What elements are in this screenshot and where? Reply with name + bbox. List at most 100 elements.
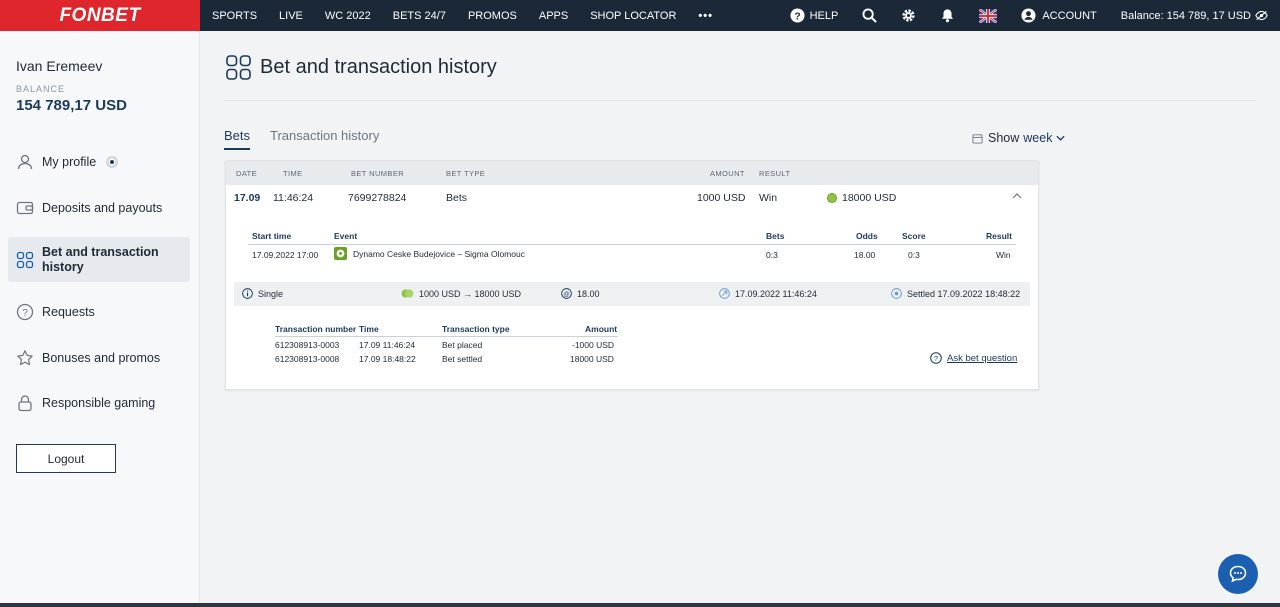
settings-button[interactable] — [901, 8, 916, 23]
sidebar-item-label: Responsible gaming — [42, 396, 156, 410]
ask-bet-question-label: Ask bet question — [947, 352, 1018, 364]
nav-wc2022[interactable]: WC 2022 — [325, 10, 371, 22]
top-balance[interactable]: Balance: 154 789, 17 USD — [1121, 10, 1268, 22]
divider — [248, 244, 1016, 245]
svg-text:?: ? — [794, 11, 800, 22]
search-icon — [862, 8, 878, 23]
period-value: week — [1023, 131, 1053, 145]
tx-number: 612308913-0008 — [275, 354, 340, 364]
tab-transaction-history[interactable]: Transaction history — [270, 128, 379, 143]
nav-shop-locator[interactable]: SHOP LOCATOR — [590, 10, 676, 22]
svg-text:?: ? — [22, 308, 28, 319]
account-icon — [1021, 8, 1036, 23]
detail-score: 0:3 — [908, 250, 920, 260]
detail-col-event: Event — [334, 231, 358, 241]
sidebar-item-bet-history[interactable]: Bet and transaction history — [8, 237, 190, 282]
tx-amount: -1000 USD — [572, 340, 615, 350]
summary-odds: @ 18.00 — [561, 288, 600, 299]
logout-button[interactable]: Logout — [16, 444, 116, 473]
period-select[interactable]: Show week — [972, 131, 1066, 145]
divider — [275, 336, 618, 337]
sidebar-item-label: Deposits and payouts — [42, 201, 163, 215]
col-amount: AMOUNT — [710, 169, 745, 178]
summary-type-text: Single — [258, 288, 284, 299]
gear-icon — [902, 9, 915, 22]
sidebar-item-requests[interactable]: ? Requests — [8, 301, 190, 323]
main-nav: SPORTS LIVE WC 2022 BETS 24/7 PROMOS APP… — [200, 0, 713, 31]
lock-icon — [18, 395, 32, 412]
sidebar-item-label: Bonuses and promos — [42, 351, 161, 365]
football-icon — [334, 247, 347, 260]
placed-icon — [719, 288, 730, 299]
chat-icon — [1229, 565, 1247, 583]
tx-col-time: Time — [359, 324, 379, 334]
fonbet-logo[interactable]: FONBET — [0, 0, 200, 31]
payout-value: 18000 USD — [842, 192, 897, 204]
tx-col-type: Transaction type — [442, 324, 510, 334]
tx-col-number: Transaction number — [275, 324, 357, 334]
verified-badge-icon — [106, 156, 119, 168]
taskbar-strip — [0, 603, 1280, 607]
help-label: HELP — [809, 9, 839, 22]
tx-time: 17.09 11:46:24 — [359, 340, 416, 350]
chat-button[interactable] — [1218, 554, 1258, 594]
account-button[interactable]: ACCOUNT — [1021, 8, 1097, 23]
wallet-icon — [16, 201, 34, 215]
summary-placed: 17.09.2022 11:46:24 — [719, 288, 817, 299]
tx-time: 17.09 18:48:22 — [359, 354, 416, 364]
tx-number: 612308913-0003 — [275, 340, 340, 350]
more-menu-icon[interactable]: ••• — [698, 10, 713, 22]
sidebar-item-bonuses[interactable]: Bonuses and promos — [8, 347, 190, 369]
language-button[interactable] — [979, 8, 998, 23]
coins-icon — [401, 289, 414, 298]
search-button[interactable] — [862, 8, 878, 23]
detail-event[interactable]: Dynamo Ceske Budejovice – Sigma Olomouc — [334, 247, 525, 260]
detail-col-score: Score — [902, 231, 926, 241]
uk-flag-icon — [979, 8, 998, 23]
detail-result: Win — [996, 250, 1011, 260]
ask-bet-question-link[interactable]: ? Ask bet question — [930, 352, 1017, 364]
detail-bets: 0:3 — [766, 250, 778, 260]
sidebar-item-my-profile[interactable]: My profile — [8, 151, 190, 173]
balance-value: 154 789,17 USD — [16, 97, 127, 114]
help-button[interactable]: ? HELP — [790, 8, 839, 23]
summary-settled-text: Settled 17.09.2022 18:48:22 — [907, 288, 1021, 299]
sidebar-item-label: Requests — [42, 305, 95, 319]
balance-label: BALANCE — [16, 84, 66, 94]
page-title: Bet and transaction history — [260, 56, 497, 78]
question-icon: ? — [16, 303, 34, 321]
chevron-up-icon[interactable] — [1012, 192, 1022, 200]
summary-stake-text: 1000 USD → 18000 USD — [419, 288, 522, 299]
bell-icon — [942, 9, 954, 23]
bet-result: Win — [759, 192, 778, 204]
top-balance-text: Balance: 154 789, 17 USD — [1120, 9, 1251, 22]
bet-date: 17.09 — [234, 192, 261, 204]
sidebar: Ivan Eremeev BALANCE 154 789,17 USD My p… — [0, 31, 200, 607]
divider — [224, 100, 1256, 101]
sidebar-item-responsible-gaming[interactable]: Responsible gaming — [8, 392, 190, 414]
detail-col-result: Result — [986, 231, 1012, 241]
tx-amount: 18000 USD — [570, 354, 614, 364]
svg-text:@: @ — [563, 291, 570, 298]
nav-promos[interactable]: PROMOS — [468, 10, 517, 22]
notifications-button[interactable] — [940, 8, 955, 23]
col-bet-number: BET NUMBER — [351, 169, 405, 178]
sidebar-item-label: My profile — [42, 155, 97, 169]
user-icon — [17, 154, 33, 170]
tab-bets[interactable]: Bets — [224, 128, 250, 143]
nav-apps[interactable]: APPS — [539, 10, 568, 22]
eye-off-icon[interactable] — [1255, 10, 1268, 21]
bet-number: 7699278824 — [348, 192, 407, 204]
table-header: DATE TIME BET NUMBER BET TYPE AMOUNT RES… — [226, 161, 1038, 185]
active-tab-indicator — [224, 148, 250, 150]
sidebar-item-deposits[interactable]: Deposits and payouts — [8, 197, 190, 219]
col-result: RESULT — [759, 169, 791, 178]
user-name: Ivan Eremeev — [16, 58, 103, 74]
nav-sports[interactable]: SPORTS — [212, 10, 257, 22]
nav-live[interactable]: LIVE — [279, 10, 303, 22]
page-header: Bet and transaction history — [226, 55, 497, 80]
tx-type: Bet placed — [442, 340, 483, 350]
nav-bets247[interactable]: BETS 24/7 — [393, 10, 446, 22]
grid-icon — [16, 251, 34, 268]
detail-start-time: 17.09.2022 17:00 — [252, 250, 319, 260]
